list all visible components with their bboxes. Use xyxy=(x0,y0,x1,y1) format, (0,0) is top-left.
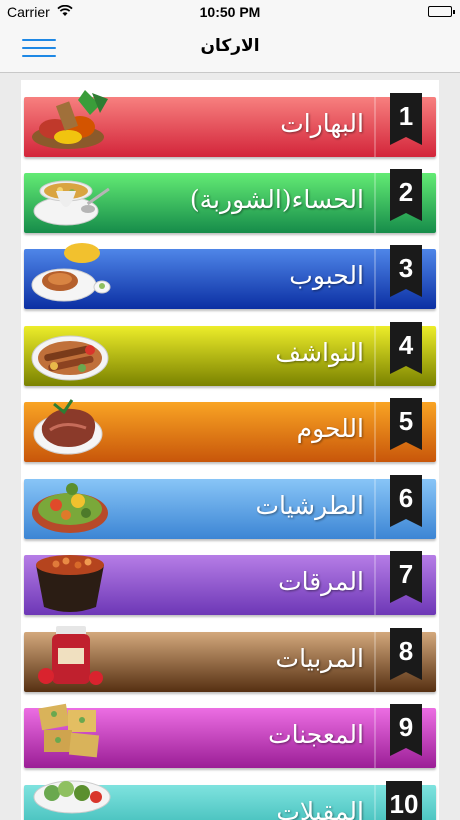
number-ribbon-icon: 2 xyxy=(390,169,422,221)
row-divider xyxy=(374,708,376,768)
battery-icon xyxy=(428,6,455,17)
category-label: النواشف xyxy=(275,338,364,367)
row-divider xyxy=(374,326,376,386)
row-divider xyxy=(374,402,376,462)
category-number: 3 xyxy=(398,253,414,283)
soup-dish-image xyxy=(30,161,112,235)
category-row-stews[interactable]: المرقات 7 xyxy=(24,551,436,615)
row-divider xyxy=(374,249,376,309)
category-label: المربيات xyxy=(275,644,364,673)
category-row-grains[interactable]: الحبوب 3 xyxy=(24,243,436,309)
category-label: اللحوم xyxy=(296,414,364,443)
category-number: 8 xyxy=(398,636,414,666)
spices-dish-image xyxy=(30,85,112,159)
number-ribbon-icon: 8 xyxy=(390,628,422,680)
meat-dish-image xyxy=(30,390,112,464)
stews-dish-image xyxy=(30,543,112,617)
row-divider xyxy=(374,97,376,157)
row-divider xyxy=(374,173,376,233)
number-ribbon-icon: 7 xyxy=(390,551,422,603)
category-number: 4 xyxy=(398,330,414,360)
category-row-dry-dishes[interactable]: النواشف 4 xyxy=(24,322,436,386)
category-row-pickles[interactable]: الطرشيات 6 xyxy=(24,475,436,539)
category-number: 9 xyxy=(398,712,414,742)
category-number: 5 xyxy=(398,406,414,436)
number-ribbon-icon: 9 xyxy=(390,704,422,756)
category-number: 2 xyxy=(398,177,414,207)
category-list[interactable]: البهارات 1 الحساء(الشوربة) 2 الحبوب 3 ال… xyxy=(21,80,439,820)
number-ribbon-icon: 3 xyxy=(390,245,422,297)
number-ribbon-icon: 10 xyxy=(386,781,422,820)
grains-dish-image xyxy=(30,237,112,311)
category-number: 1 xyxy=(398,101,414,131)
category-row-jams[interactable]: المربيات 8 xyxy=(24,626,436,692)
number-ribbon-icon: 4 xyxy=(390,322,422,374)
pastries-dish-image xyxy=(30,696,112,770)
clock: 10:50 PM xyxy=(199,4,261,20)
category-row-soup[interactable]: الحساء(الشوربة) 2 xyxy=(24,169,436,233)
row-divider xyxy=(374,479,376,539)
number-ribbon-icon: 5 xyxy=(390,398,422,450)
row-divider xyxy=(374,785,376,820)
category-number: 6 xyxy=(398,483,414,513)
category-row-spices[interactable]: البهارات 1 xyxy=(24,90,436,157)
page-title: الاركان xyxy=(200,36,260,56)
category-label: المرقات xyxy=(278,567,364,596)
number-ribbon-icon: 1 xyxy=(390,93,422,145)
category-label: الطرشيات xyxy=(255,491,364,520)
category-row-appetizers[interactable]: المقبلات 10 xyxy=(24,780,436,820)
number-ribbon-icon: 6 xyxy=(390,475,422,527)
row-divider xyxy=(374,632,376,692)
category-label: المعجنات xyxy=(268,720,364,749)
navigation-bar: الاركان xyxy=(0,24,460,73)
category-number: 7 xyxy=(398,559,414,589)
appetizers-dish-image xyxy=(30,773,112,820)
row-divider xyxy=(374,555,376,615)
status-bar: Carrier 10:50 PM xyxy=(0,0,460,24)
dry-dishes-image xyxy=(30,314,112,388)
category-label: الحبوب xyxy=(289,261,364,290)
category-row-meat[interactable]: اللحوم 5 xyxy=(24,398,436,462)
category-number: 10 xyxy=(389,789,419,819)
jams-jar-image xyxy=(30,620,112,694)
category-label: الحساء(الشوربة) xyxy=(189,185,364,214)
category-label: المقبلات xyxy=(276,797,364,820)
pickles-dish-image xyxy=(30,467,112,541)
category-label: البهارات xyxy=(280,109,364,138)
category-row-pastries[interactable]: المعجنات 9 xyxy=(24,703,436,768)
